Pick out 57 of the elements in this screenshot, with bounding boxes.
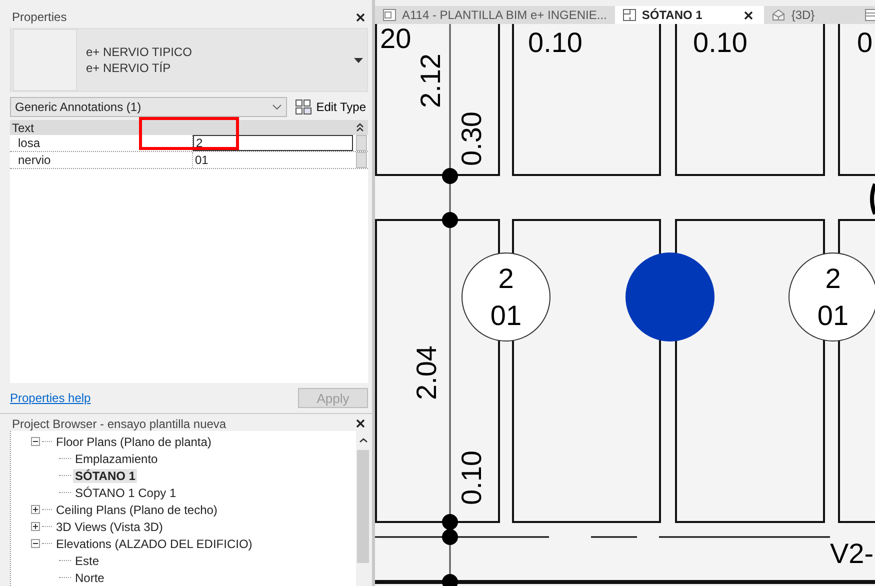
dropdown-icon (354, 58, 363, 62)
schedule-icon[interactable] (865, 9, 875, 21)
tree-item[interactable]: Ceiling Plans (Plano de techo) (54, 502, 220, 516)
tree-item[interactable]: Elevations (ALZADO DEL EDIFICIO) (54, 536, 254, 550)
tag-text: 2 (825, 263, 841, 294)
tree-item[interactable]: SÓTANO 1 Copy 1 (73, 486, 178, 500)
dimension-text: 0 (857, 27, 873, 58)
dimension-text: 0.30 (456, 112, 487, 166)
grid-bubble-drawing (870, 183, 875, 215)
view-tab[interactable]: SÓTANO 1 (614, 6, 764, 24)
tree-item[interactable]: Emplazamiento (73, 452, 160, 466)
group-header[interactable]: Text (10, 120, 368, 135)
property-name: losa (10, 135, 193, 151)
tree-item[interactable]: 3D Views (Vista 3D) (54, 520, 165, 534)
help-link[interactable]: Properties help (10, 391, 91, 405)
close-icon[interactable] (356, 12, 365, 22)
type-selector[interactable]: e+ NERVIO TIPICO e+ NERVIO TÍP (10, 28, 368, 92)
dimension-text: 20 (380, 24, 412, 54)
collapse-icon[interactable] (31, 437, 40, 446)
collapse-icon[interactable] (31, 539, 40, 548)
view-tab[interactable]: A114 - PLANTILLA BIM e+ INGENIE... (375, 6, 615, 24)
house-icon (772, 9, 786, 21)
tree-item[interactable]: SÓTANO 1 (73, 468, 138, 482)
collapse-icon[interactable] (356, 123, 364, 132)
tag-text: 01 (817, 300, 849, 331)
chevron-down-icon (272, 104, 282, 110)
property-name: nervio (10, 152, 193, 168)
sheet-icon (383, 9, 396, 21)
expand-icon[interactable] (31, 522, 40, 531)
tag-text: 2 (498, 263, 514, 294)
property-value[interactable]: 01 (193, 152, 353, 168)
grid-icon (295, 99, 312, 115)
tag-circle[interactable] (626, 252, 714, 342)
tree-item[interactable]: Norte (73, 570, 106, 584)
panel-title: Properties (12, 10, 67, 24)
value-field[interactable]: 2 (193, 135, 353, 151)
edit-type-button[interactable]: Edit Type (293, 99, 368, 115)
tree-item[interactable]: Este (73, 554, 102, 568)
dimension-text: 0.10 (693, 27, 748, 58)
dimension-text: 0.10 (528, 27, 582, 58)
close-icon[interactable] (356, 419, 365, 428)
dimension-text: 2.04 (411, 346, 442, 400)
label-text: V2- (830, 538, 874, 569)
dimension-text: 0.10 (456, 450, 487, 505)
filter-dropdown[interactable]: Generic Annotations (1) (10, 97, 288, 117)
tag-circle[interactable] (462, 252, 550, 342)
type-name: e+ NERVIO TIPICO (86, 44, 193, 60)
view-tab[interactable]: {3D} (764, 6, 823, 24)
close-icon[interactable] (744, 10, 754, 20)
tag-text: 01 (490, 300, 522, 331)
scrollbar-thumb[interactable] (357, 450, 369, 563)
expand-icon[interactable] (31, 505, 40, 514)
floor-plan-icon (622, 9, 636, 21)
type-name: e+ NERVIO TÍP (86, 60, 172, 76)
tree-item[interactable]: Floor Plans (Plano de planta) (54, 434, 214, 448)
panel-title: Project Browser - ensayo plantilla nueva (12, 416, 226, 430)
dimension-text: 2.12 (415, 54, 446, 108)
